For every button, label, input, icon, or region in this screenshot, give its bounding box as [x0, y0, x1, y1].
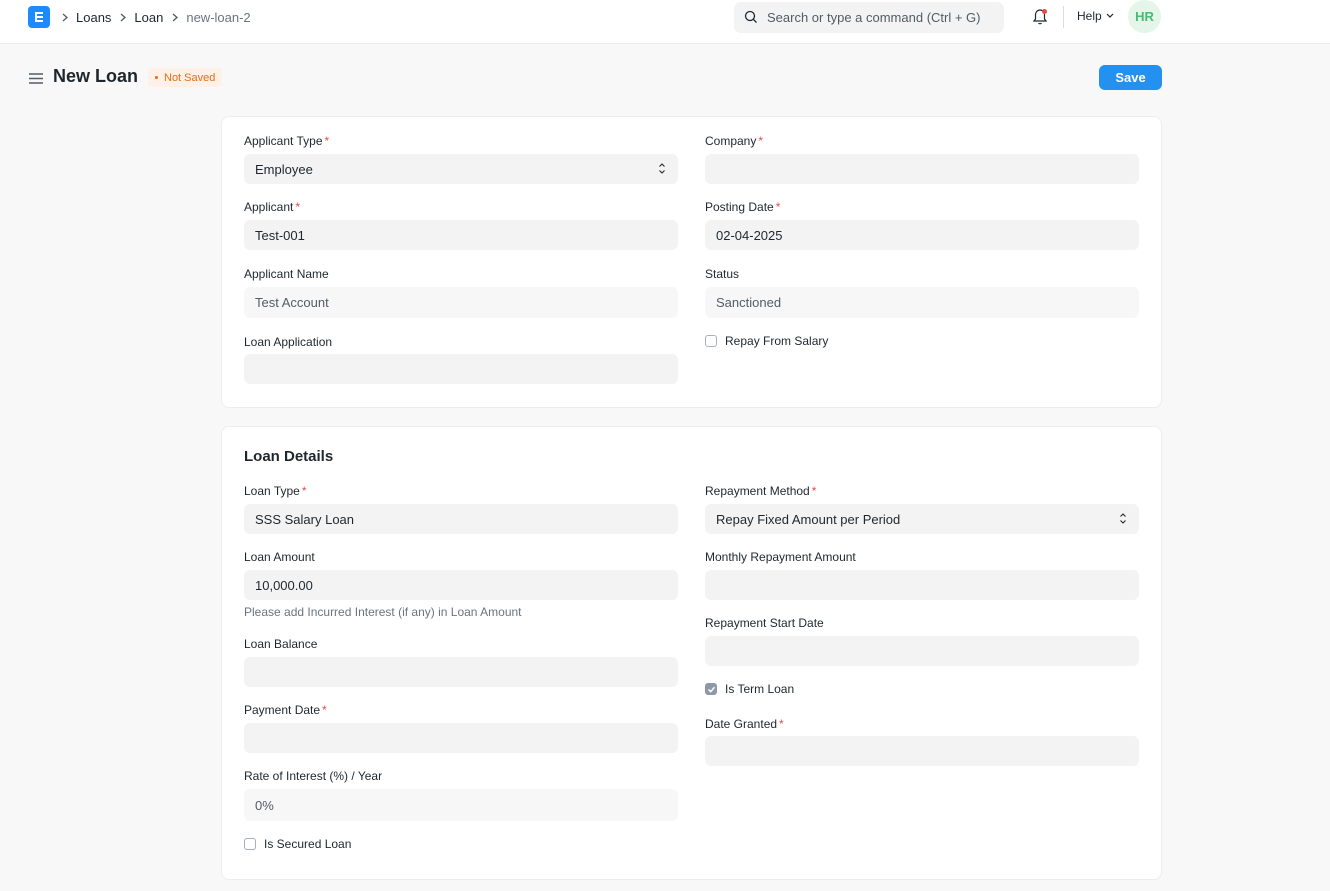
is-term-loan-checkbox[interactable]: Is Term Loan [705, 682, 794, 696]
loan-type-label: Loan Type * [244, 484, 307, 498]
posting-date-field[interactable]: 02-04-2025 [705, 220, 1139, 250]
repayment-start-date-field[interactable] [705, 636, 1139, 666]
chevron-right-icon [120, 13, 127, 22]
loan-balance-field[interactable] [244, 657, 678, 687]
loan-details-section: Loan Details Loan Type * SSS Salary Loan … [221, 426, 1162, 880]
avatar[interactable]: HR [1128, 0, 1161, 33]
divider [1063, 6, 1064, 28]
repayment-method-label: Repayment Method * [705, 484, 816, 498]
repay-from-salary-checkbox[interactable]: Repay From Salary [705, 334, 828, 348]
checkbox-box[interactable] [705, 335, 717, 347]
search-icon [744, 10, 758, 27]
payment-date-field[interactable] [244, 723, 678, 753]
date-granted-field[interactable] [705, 736, 1139, 766]
loan-balance-label: Loan Balance [244, 637, 318, 651]
select-arrows-icon [1119, 512, 1127, 528]
required-marker: * [779, 717, 784, 731]
required-marker: * [758, 134, 764, 148]
chevron-right-icon [172, 13, 179, 22]
status-field: Sanctioned [705, 287, 1139, 318]
applicant-type-label: Applicant Type * [244, 134, 329, 148]
applicant-section: Applicant Type * Employee Company * Applic… [221, 116, 1162, 408]
applicant-label: Applicant * [244, 200, 300, 214]
repayment-method-select[interactable]: Repay Fixed Amount per Period [705, 504, 1139, 534]
sidebar-toggle-icon[interactable] [29, 72, 43, 84]
company-label: Company * [705, 134, 763, 148]
loan-type-label-text: Loan Type [244, 484, 300, 498]
applicant-name-label: Applicant Name [244, 267, 329, 281]
app-logo-icon[interactable] [28, 6, 50, 28]
applicant-field[interactable]: Test-001 [244, 220, 678, 250]
loan-application-field[interactable] [244, 354, 678, 384]
loan-application-label: Loan Application [244, 335, 333, 349]
breadcrumb-loans[interactable]: Loans [76, 10, 111, 25]
status-label: Status [705, 267, 740, 281]
repayment-method-label-text: Repayment Method [705, 484, 810, 498]
status-badge-label: Not Saved [164, 71, 216, 84]
breadcrumb-current: new-loan-2 [186, 9, 251, 25]
chevron-down-icon [1106, 13, 1114, 19]
monthly-repayment-amount-label: Monthly Repayment Amount [705, 550, 856, 564]
loan-amount-help-text: Please add Incurred Interest (if any) in… [244, 605, 522, 619]
loan-type-field[interactable]: SSS Salary Loan [244, 504, 678, 534]
applicant-type-select[interactable]: Employee [244, 154, 678, 184]
applicant-name-field: Test Account [244, 287, 678, 318]
required-marker: * [301, 484, 307, 498]
help-label: Help [1077, 9, 1102, 23]
breadcrumb-loan[interactable]: Loan [134, 10, 163, 25]
payment-date-label: Payment Date * [244, 703, 327, 717]
top-navbar: Loans Loan new-loan-2 Search or type a c… [0, 0, 1330, 44]
payment-date-label-text: Payment Date [244, 703, 321, 717]
repayment-start-date-label: Repayment Start Date [705, 616, 824, 630]
breadcrumb: Loans Loan new-loan-2 [62, 9, 260, 25]
date-granted-label: Date Granted * [705, 717, 784, 731]
required-marker: * [324, 134, 330, 148]
monthly-repayment-amount-field[interactable] [705, 570, 1139, 600]
help-dropdown[interactable]: Help [1077, 9, 1114, 23]
is-secured-loan-checkbox[interactable]: Is Secured Loan [244, 837, 351, 851]
is-secured-loan-label: Is Secured Loan [264, 837, 352, 851]
rate-of-interest-field: 0% [244, 789, 678, 821]
loan-amount-field[interactable]: 10,000.00 [244, 570, 678, 600]
checkbox-box[interactable] [244, 838, 256, 850]
required-marker: * [775, 200, 781, 214]
search-input[interactable]: Search or type a command (Ctrl + G) [734, 2, 1004, 33]
page-title: New Loan [53, 66, 139, 86]
required-marker: * [811, 484, 817, 498]
chevron-right-icon [62, 13, 68, 22]
rate-of-interest-label: Rate of Interest (%) / Year [244, 769, 383, 783]
notification-dot [1042, 9, 1047, 14]
loan-amount-label: Loan Amount [244, 550, 315, 564]
search-placeholder: Search or type a command (Ctrl + G) [767, 10, 981, 25]
checkbox-checked-icon[interactable] [705, 683, 717, 695]
applicant-label-text: Applicant [244, 200, 294, 214]
company-label-text: Company [705, 134, 757, 148]
badge-dot [155, 76, 158, 79]
required-marker: * [295, 200, 301, 214]
section-title: Loan Details [244, 448, 334, 465]
required-marker: * [322, 703, 327, 717]
repay-from-salary-label: Repay From Salary [725, 334, 829, 348]
posting-date-label: Posting Date * [705, 200, 780, 214]
date-granted-label-text: Date Granted [705, 717, 778, 731]
posting-date-label-text: Posting Date [705, 200, 774, 214]
is-term-loan-label: Is Term Loan [725, 682, 795, 696]
repayment-method-value: Repay Fixed Amount per Period [716, 511, 901, 527]
save-button[interactable]: Save [1099, 65, 1162, 90]
select-arrows-icon [658, 162, 666, 178]
applicant-type-value: Employee [255, 161, 313, 177]
status-badge: Not Saved [148, 68, 223, 87]
applicant-type-label-text: Applicant Type [244, 134, 323, 148]
company-field[interactable] [705, 154, 1139, 184]
